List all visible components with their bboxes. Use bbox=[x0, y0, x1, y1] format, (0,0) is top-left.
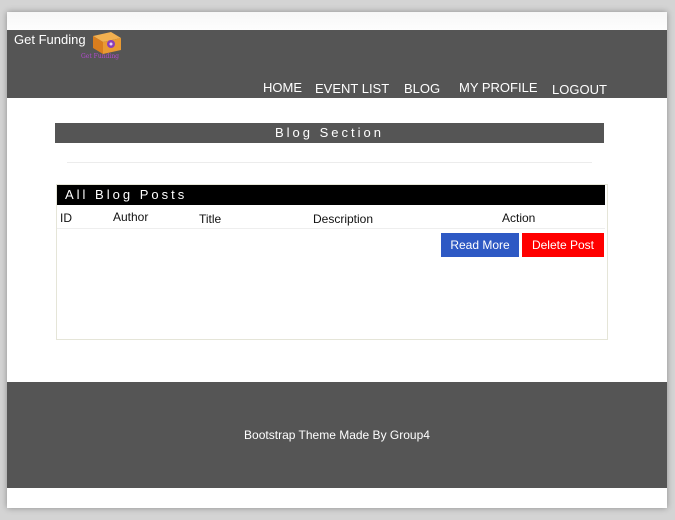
column-header-author: Author bbox=[113, 210, 149, 224]
browser-page: Get Funding Get Funding HOME EVENT LIST … bbox=[7, 12, 667, 508]
header-row-divider bbox=[57, 228, 605, 229]
nav-home[interactable]: HOME bbox=[263, 80, 302, 95]
logo-tagline: Get Funding bbox=[81, 53, 120, 60]
nav-blog[interactable]: BLOG bbox=[404, 81, 440, 96]
delete-post-button[interactable]: Delete Post bbox=[522, 233, 604, 257]
top-strip bbox=[7, 12, 667, 30]
divider bbox=[67, 162, 592, 163]
site-footer: Bootstrap Theme Made By Group4 bbox=[7, 382, 667, 488]
section-title: Blog Section bbox=[55, 123, 604, 143]
column-header-description: Description bbox=[313, 212, 374, 226]
column-header-action: Action bbox=[502, 211, 536, 225]
site-header: Get Funding Get Funding HOME EVENT LIST … bbox=[7, 30, 667, 98]
blog-posts-panel: All Blog Posts ID Author Title Descripti… bbox=[56, 184, 608, 340]
nav-logout[interactable]: LOGOUT bbox=[552, 82, 607, 97]
brand-name[interactable]: Get Funding bbox=[14, 32, 86, 47]
column-header-id: ID bbox=[60, 211, 72, 225]
posts-panel-title: All Blog Posts bbox=[57, 185, 605, 205]
nav-event-list[interactable]: EVENT LIST bbox=[315, 81, 389, 96]
footer-credit: Bootstrap Theme Made By Group4 bbox=[244, 428, 430, 442]
read-more-button[interactable]: Read More bbox=[441, 233, 519, 257]
column-header-title: Title bbox=[199, 212, 222, 226]
nav-my-profile[interactable]: MY PROFILE bbox=[459, 80, 538, 95]
